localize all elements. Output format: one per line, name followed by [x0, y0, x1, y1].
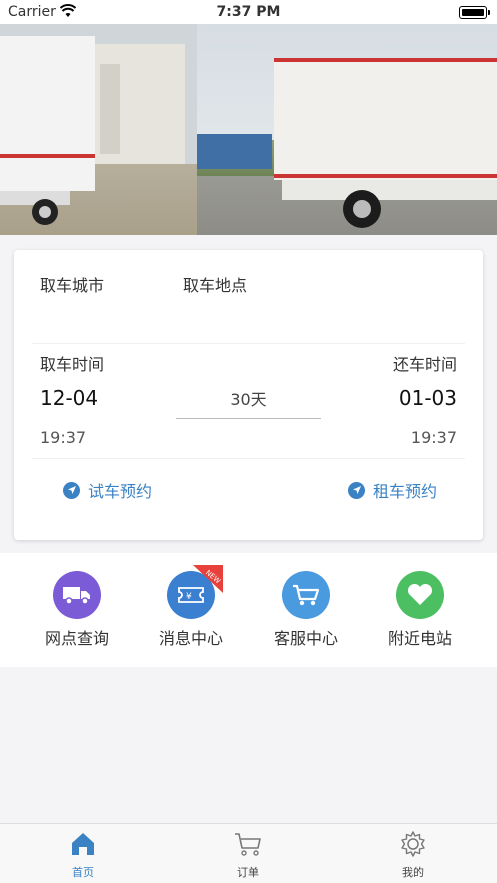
- rent-button[interactable]: 租车预约: [348, 478, 437, 502]
- heart-icon: [396, 571, 444, 619]
- new-badge-icon: NEW: [193, 565, 223, 593]
- divider: [32, 458, 465, 459]
- quick-link-customer-service[interactable]: 客服中心: [256, 571, 356, 649]
- quick-link-messages[interactable]: ¥ NEW 消息中心: [141, 565, 241, 649]
- cart-icon: [282, 571, 330, 619]
- pickup-date[interactable]: 12-04: [40, 386, 98, 410]
- ticket-icon: ¥ NEW: [167, 565, 223, 619]
- booking-card: 取车城市 取车地点 取车时间 还车时间 12-04 30天 01-03 19:3…: [14, 250, 483, 540]
- pickup-location-field[interactable]: 取车地点: [183, 272, 247, 296]
- status-time: 7:37 PM: [216, 4, 281, 20]
- pickup-clock[interactable]: 19:37: [40, 428, 86, 447]
- navigation-arrow-icon: [63, 481, 80, 499]
- navigation-arrow-icon: [348, 481, 365, 499]
- quick-link-outlet-search[interactable]: 网点查询: [27, 571, 127, 649]
- tab-profile[interactable]: 我的: [373, 830, 453, 880]
- tab-bar: 首页 订单 我的: [0, 823, 497, 883]
- battery-icon: [459, 6, 490, 19]
- test-drive-label: 试车预约: [88, 482, 153, 501]
- banner-image-right: [197, 24, 497, 235]
- tab-orders[interactable]: 订单: [208, 830, 288, 880]
- status-bar: Carrier 7:37 PM: [0, 0, 497, 24]
- rent-label: 租车预约: [373, 482, 438, 501]
- return-clock[interactable]: 19:37: [411, 428, 457, 447]
- rental-duration: 30天: [230, 390, 267, 409]
- quick-link-nearby-station[interactable]: 附近电站: [370, 571, 470, 649]
- banner-image-left: [0, 24, 197, 235]
- quick-link-label: 附近电站: [387, 629, 452, 648]
- quick-link-label: 消息中心: [158, 629, 223, 648]
- cart-icon: [235, 833, 261, 856]
- tab-home[interactable]: 首页: [43, 830, 123, 880]
- quick-link-label: 网点查询: [44, 629, 109, 648]
- quick-links: 网点查询 ¥ NEW 消息中心 客服中心 附近电站: [0, 553, 497, 667]
- test-drive-button[interactable]: 试车预约: [63, 478, 152, 502]
- divider: [32, 343, 465, 344]
- tab-label: 首页: [72, 866, 94, 879]
- return-date[interactable]: 01-03: [399, 386, 457, 410]
- return-time-label: 还车时间: [392, 355, 457, 374]
- pickup-time-label: 取车时间: [40, 355, 105, 374]
- quick-link-label: 客服中心: [273, 629, 338, 648]
- home-icon: [72, 833, 94, 855]
- banner-carousel[interactable]: [0, 24, 497, 235]
- gear-icon: [401, 831, 425, 857]
- svg-text:¥: ¥: [186, 592, 192, 602]
- pickup-city-field[interactable]: 取车城市: [40, 272, 104, 296]
- truck-icon: [53, 571, 101, 619]
- duration-underline: [176, 418, 321, 419]
- tab-label: 我的: [402, 866, 424, 879]
- tab-label: 订单: [237, 866, 259, 879]
